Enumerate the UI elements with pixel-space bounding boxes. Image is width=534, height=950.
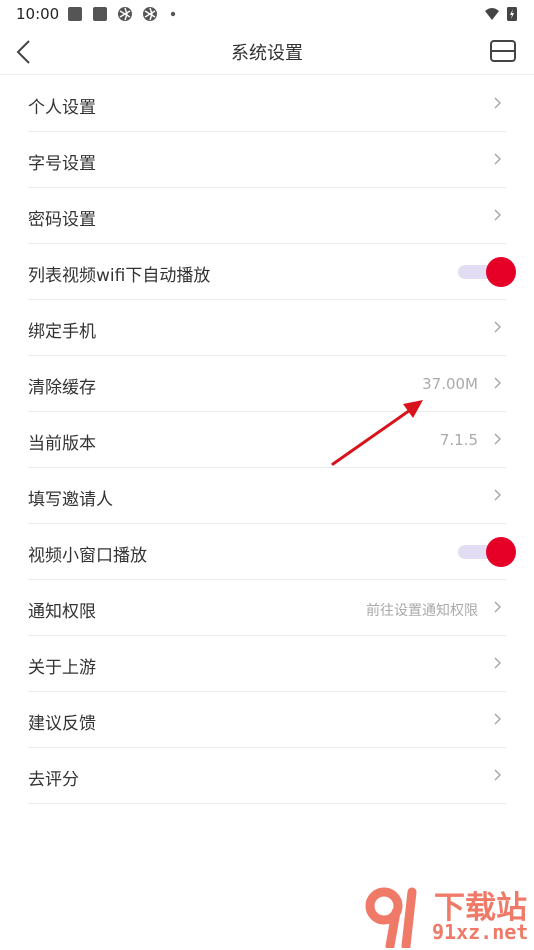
chevron-right-icon <box>494 321 502 333</box>
settings-row-mini-window: 视频小窗口播放 <box>28 524 516 580</box>
notification-hint-value: 前往设置通知权限 <box>366 603 478 619</box>
watermark-logo-icon <box>365 887 417 948</box>
settings-row-wifi-autoplay: 列表视频wifi下自动播放 <box>28 244 516 300</box>
chevron-right-icon <box>494 209 502 221</box>
chevron-right-icon <box>494 97 502 109</box>
row-label: 绑定手机 <box>28 322 96 342</box>
version-value: 7.1.5 <box>439 431 478 449</box>
settings-row-rate[interactable]: 去评分 <box>28 748 506 804</box>
settings-list: 个人设置 字号设置 密码设置 列表视频wifi下自动播放 绑定手机 清除缓存 3… <box>28 76 516 804</box>
row-label: 关于上游 <box>28 658 96 678</box>
row-label: 列表视频wifi下自动播放 <box>28 266 211 286</box>
chevron-right-icon <box>494 489 502 501</box>
notification-app-icon <box>68 7 82 21</box>
cache-size-value: 37.00M <box>422 375 478 393</box>
row-label: 填写邀请人 <box>28 490 113 510</box>
chevron-right-icon <box>494 601 502 613</box>
row-label: 字号设置 <box>28 154 96 174</box>
battery-charging-icon <box>507 7 517 21</box>
more-notifications-dot-icon <box>170 11 176 17</box>
layout-toggle-icon[interactable] <box>488 38 518 64</box>
settings-row-clear-cache[interactable]: 清除缓存 37.00M <box>28 356 506 412</box>
toggle-knob <box>486 537 516 567</box>
row-label: 当前版本 <box>28 434 96 454</box>
settings-row-password[interactable]: 密码设置 <box>28 188 506 244</box>
notification-app-icon <box>93 7 107 21</box>
header-divider <box>0 74 534 75</box>
page-title: 系统设置 <box>231 43 303 64</box>
aperture-icon <box>143 7 157 21</box>
status-bar: 10:00 <box>0 0 534 28</box>
settings-row-font-size[interactable]: 字号设置 <box>28 132 506 188</box>
status-time: 10:00 <box>16 5 60 23</box>
chevron-right-icon <box>494 657 502 669</box>
row-label: 视频小窗口播放 <box>28 546 147 566</box>
chevron-right-icon <box>494 713 502 725</box>
chevron-right-icon <box>494 153 502 165</box>
wifi-autoplay-toggle[interactable] <box>458 257 516 287</box>
chevron-right-icon <box>494 769 502 781</box>
settings-row-about[interactable]: 关于上游 <box>28 636 506 692</box>
chevron-right-icon <box>494 377 502 389</box>
settings-row-bind-phone[interactable]: 绑定手机 <box>28 300 506 356</box>
aperture-icon <box>118 7 132 21</box>
header: 系统设置 <box>0 28 534 74</box>
row-label: 建议反馈 <box>28 714 96 734</box>
row-label: 密码设置 <box>28 210 96 230</box>
watermark: 下载站 91xz.net <box>362 882 534 950</box>
settings-row-inviter[interactable]: 填写邀请人 <box>28 468 506 524</box>
mini-window-toggle[interactable] <box>458 537 516 567</box>
row-label: 去评分 <box>28 770 79 790</box>
watermark-brand: 下载站 <box>434 890 527 926</box>
toggle-knob <box>486 257 516 287</box>
watermark-url: 91xz.net <box>432 920 529 944</box>
wifi-icon <box>485 8 499 20</box>
row-label: 清除缓存 <box>28 378 96 398</box>
settings-row-feedback[interactable]: 建议反馈 <box>28 692 506 748</box>
row-label: 通知权限 <box>28 602 96 622</box>
settings-row-notification[interactable]: 通知权限 前往设置通知权限 <box>28 580 506 636</box>
settings-row-personal[interactable]: 个人设置 <box>28 76 506 132</box>
row-label: 个人设置 <box>28 98 96 118</box>
chevron-right-icon <box>494 433 502 445</box>
settings-row-current-version[interactable]: 当前版本 7.1.5 <box>28 412 506 468</box>
